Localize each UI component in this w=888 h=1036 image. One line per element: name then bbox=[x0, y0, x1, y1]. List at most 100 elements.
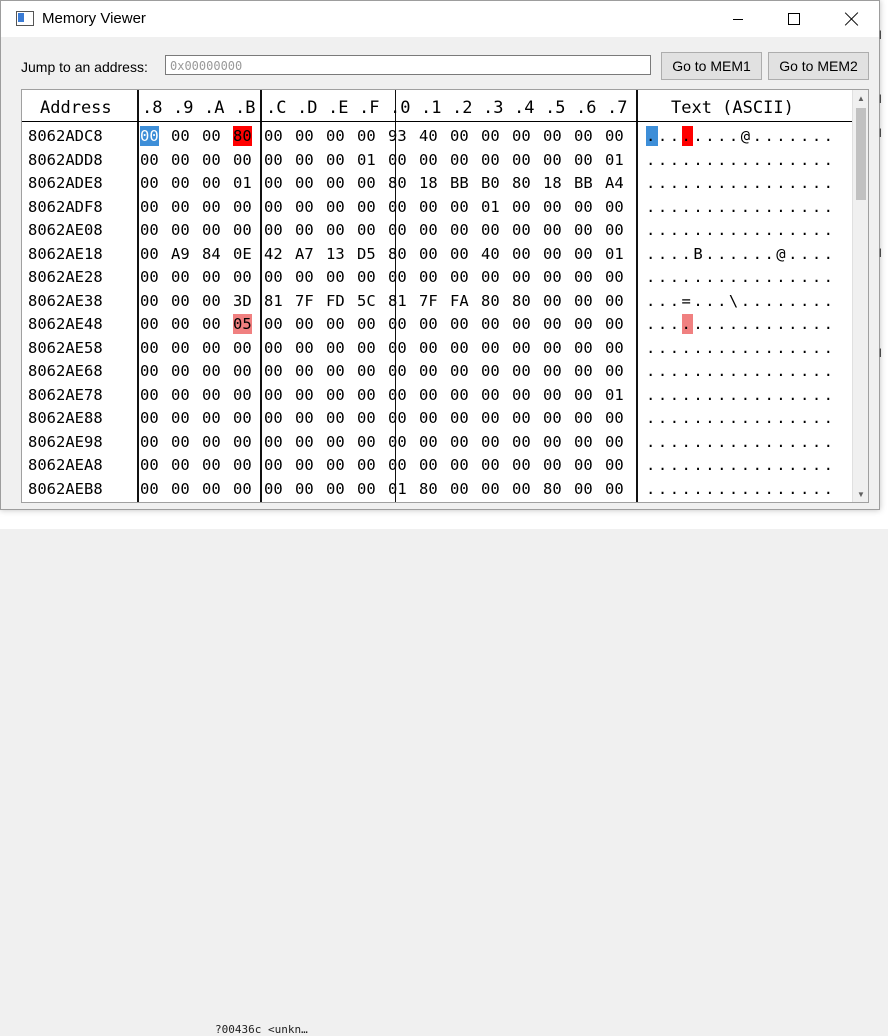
byte-cell[interactable]: 00 bbox=[605, 126, 624, 146]
byte-cell[interactable]: 00 bbox=[357, 408, 376, 428]
byte-cell[interactable]: 00 bbox=[512, 338, 531, 358]
address-cell[interactable]: 8062AE28 bbox=[28, 267, 103, 287]
address-cell[interactable]: 8062AE48 bbox=[28, 314, 103, 334]
byte-cell[interactable]: 42 bbox=[264, 244, 283, 264]
byte-cell[interactable]: 00 bbox=[388, 432, 407, 452]
byte-cell[interactable]: 00 bbox=[140, 220, 159, 240]
byte-cell[interactable]: 00 bbox=[450, 126, 469, 146]
byte-cell[interactable]: 00 bbox=[512, 455, 531, 475]
byte-cell[interactable]: 00 bbox=[233, 408, 252, 428]
byte-cell[interactable]: 00 bbox=[357, 338, 376, 358]
byte-cell[interactable]: 80 bbox=[419, 479, 438, 499]
byte-cell[interactable]: 00 bbox=[512, 314, 531, 334]
ascii-text-cell[interactable]: ........@....... bbox=[646, 126, 836, 146]
byte-cell[interactable]: 00 bbox=[605, 432, 624, 452]
byte-cell[interactable]: 00 bbox=[140, 338, 159, 358]
byte-cell[interactable]: 00 bbox=[140, 314, 159, 334]
byte-cell[interactable]: 00 bbox=[295, 126, 314, 146]
byte-cell[interactable]: 00 bbox=[140, 432, 159, 452]
ascii-text-cell[interactable]: ................ bbox=[646, 150, 836, 170]
byte-cell[interactable]: 7F bbox=[419, 291, 438, 311]
byte-cell[interactable]: 00 bbox=[388, 361, 407, 381]
byte-cell[interactable]: 00 bbox=[574, 291, 593, 311]
go-to-mem2-button[interactable]: Go to MEM2 bbox=[768, 52, 869, 80]
byte-cell[interactable]: 00 bbox=[450, 455, 469, 475]
byte-cell[interactable]: 00 bbox=[357, 385, 376, 405]
byte-cell[interactable]: 00 bbox=[574, 267, 593, 287]
byte-cell[interactable]: 00 bbox=[295, 173, 314, 193]
byte-cell[interactable]: 00 bbox=[233, 361, 252, 381]
byte-cell[interactable]: 00 bbox=[171, 267, 190, 287]
byte-cell[interactable]: 00 bbox=[326, 432, 345, 452]
byte-cell[interactable]: BB bbox=[450, 173, 469, 193]
ascii-text-cell[interactable]: ................ bbox=[646, 220, 836, 240]
byte-cell[interactable]: 01 bbox=[605, 385, 624, 405]
byte-cell[interactable]: 00 bbox=[450, 244, 469, 264]
byte-cell[interactable]: 00 bbox=[233, 385, 252, 405]
byte-cell[interactable]: 00 bbox=[202, 408, 221, 428]
byte-cell[interactable]: 00 bbox=[202, 126, 221, 146]
byte-cell[interactable]: 80 bbox=[543, 479, 562, 499]
byte-cell[interactable]: 00 bbox=[574, 126, 593, 146]
byte-cell[interactable]: 00 bbox=[264, 385, 283, 405]
byte-cell[interactable]: 00 bbox=[388, 455, 407, 475]
byte-cell[interactable]: 00 bbox=[202, 291, 221, 311]
ascii-text-cell[interactable]: ....B......@.... bbox=[646, 244, 836, 264]
address-cell[interactable]: 8062AE88 bbox=[28, 408, 103, 428]
byte-cell[interactable]: 00 bbox=[264, 220, 283, 240]
address-cell[interactable]: 8062AE38 bbox=[28, 291, 103, 311]
byte-cell[interactable]: 00 bbox=[233, 150, 252, 170]
byte-cell[interactable]: 81 bbox=[388, 291, 407, 311]
byte-cell[interactable]: 00 bbox=[450, 432, 469, 452]
byte-cell[interactable]: 00 bbox=[233, 267, 252, 287]
byte-cell[interactable]: 5C bbox=[357, 291, 376, 311]
byte-cell[interactable]: 00 bbox=[326, 385, 345, 405]
ascii-text-cell[interactable]: ................ bbox=[646, 479, 836, 499]
byte-cell[interactable]: 00 bbox=[171, 361, 190, 381]
byte-cell[interactable]: 00 bbox=[171, 385, 190, 405]
byte-cell[interactable]: 00 bbox=[481, 455, 500, 475]
scroll-down-icon[interactable]: ▼ bbox=[853, 486, 868, 502]
byte-cell[interactable]: 00 bbox=[171, 408, 190, 428]
byte-cell[interactable]: 00 bbox=[481, 220, 500, 240]
byte-cell[interactable]: 00 bbox=[450, 361, 469, 381]
vertical-scrollbar[interactable]: ▲ ▼ bbox=[852, 90, 868, 502]
byte-cell[interactable]: 00 bbox=[574, 244, 593, 264]
byte-cell[interactable]: 93 bbox=[388, 126, 407, 146]
byte-cell[interactable]: 00 bbox=[171, 220, 190, 240]
title-bar[interactable]: Memory Viewer bbox=[1, 1, 879, 37]
byte-cell[interactable]: 00 bbox=[388, 408, 407, 428]
byte-cell[interactable]: 00 bbox=[574, 479, 593, 499]
address-cell[interactable]: 8062AEA8 bbox=[28, 455, 103, 475]
byte-cell[interactable]: 00 bbox=[574, 455, 593, 475]
byte-cell[interactable]: 00 bbox=[543, 338, 562, 358]
byte-cell[interactable]: 00 bbox=[419, 150, 438, 170]
byte-cell[interactable]: 00 bbox=[481, 150, 500, 170]
byte-cell[interactable]: 00 bbox=[295, 314, 314, 334]
byte-cell[interactable]: 00 bbox=[357, 267, 376, 287]
byte-cell[interactable]: 00 bbox=[481, 338, 500, 358]
byte-cell[interactable]: 05 bbox=[233, 314, 252, 334]
byte-cell[interactable]: 00 bbox=[574, 408, 593, 428]
byte-cell[interactable]: 00 bbox=[140, 267, 159, 287]
byte-cell[interactable]: 00 bbox=[326, 150, 345, 170]
byte-cell[interactable]: 80 bbox=[481, 291, 500, 311]
ascii-text-cell[interactable]: ................ bbox=[646, 432, 836, 452]
byte-cell[interactable]: 00 bbox=[295, 197, 314, 217]
byte-cell[interactable]: 00 bbox=[202, 479, 221, 499]
byte-cell[interactable]: 00 bbox=[605, 338, 624, 358]
byte-cell[interactable]: 00 bbox=[512, 267, 531, 287]
byte-cell[interactable]: 00 bbox=[233, 455, 252, 475]
byte-cell[interactable]: 18 bbox=[419, 173, 438, 193]
byte-cell[interactable]: 00 bbox=[171, 150, 190, 170]
byte-cell[interactable]: 01 bbox=[481, 197, 500, 217]
byte-cell[interactable]: 00 bbox=[171, 197, 190, 217]
address-cell[interactable]: 8062ADD8 bbox=[28, 150, 103, 170]
byte-cell[interactable]: 84 bbox=[202, 244, 221, 264]
byte-cell[interactable]: 00 bbox=[481, 408, 500, 428]
byte-cell[interactable]: 00 bbox=[419, 361, 438, 381]
byte-cell[interactable]: 00 bbox=[202, 314, 221, 334]
byte-cell[interactable]: 00 bbox=[605, 455, 624, 475]
scroll-up-icon[interactable]: ▲ bbox=[853, 90, 868, 106]
byte-cell[interactable]: 00 bbox=[574, 338, 593, 358]
